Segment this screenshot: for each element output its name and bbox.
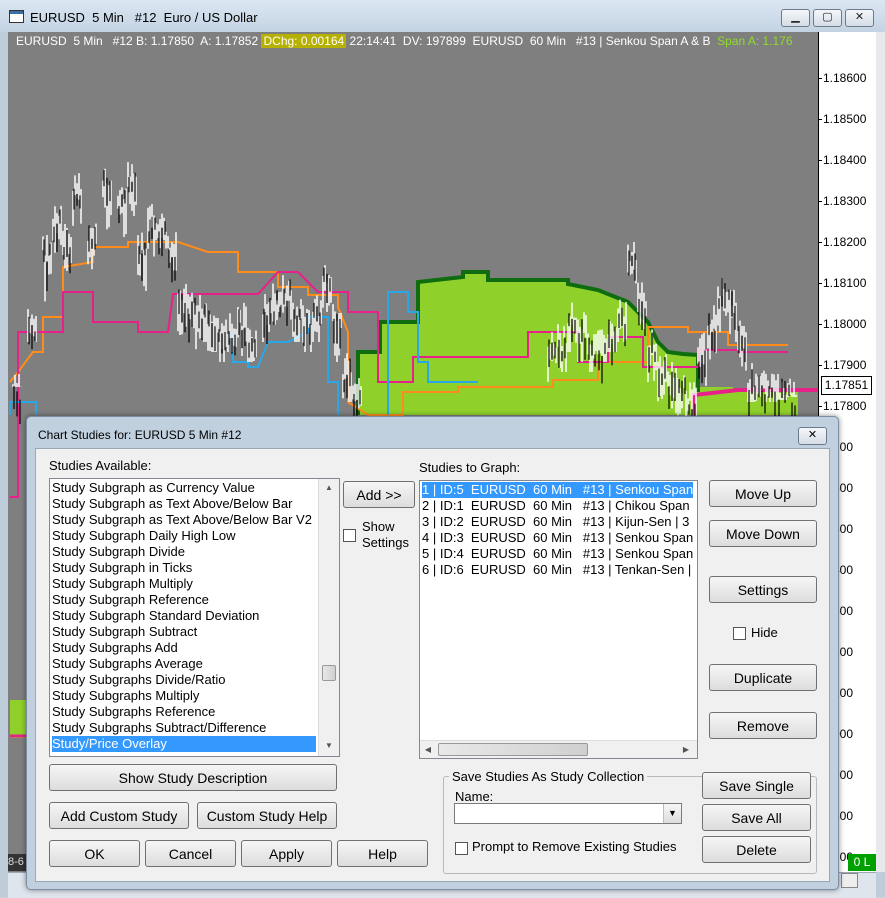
window-title: EURUSD 5 Min #12 Euro / US Dollar bbox=[30, 10, 258, 25]
graphed-study-item[interactable]: 5 | ID:4 EURUSD 60 Min #13 | Senkou Span… bbox=[422, 546, 693, 562]
timeframe-badge: 8-6 bbox=[8, 854, 28, 871]
studies-to-graph-label: Studies to Graph: bbox=[419, 460, 521, 475]
available-study-item[interactable]: Study Subgraph as Text Above/Below Bar bbox=[52, 496, 316, 512]
apply-button[interactable]: Apply bbox=[241, 840, 332, 867]
add-custom-study-button[interactable]: Add Custom Study bbox=[49, 802, 189, 829]
span-a-value: Span A: 1.176 bbox=[717, 34, 793, 48]
price-axis-label: 1.18100 bbox=[818, 276, 867, 290]
graphed-study-item[interactable]: 6 | ID:6 EURUSD 60 Min #13 | Tenkan-Sen … bbox=[422, 562, 693, 578]
move-down-button[interactable]: Move Down bbox=[709, 520, 817, 547]
title-bar[interactable]: EURUSD 5 Min #12 Euro / US Dollar ▁ ▢ ✕ bbox=[0, 0, 885, 32]
save-single-button[interactable]: Save Single bbox=[702, 772, 811, 799]
available-study-item[interactable]: Study Subgraph Subtract bbox=[52, 624, 316, 640]
price-axis-label: 1.18000 bbox=[818, 317, 867, 331]
prompt-remove-label: Prompt to Remove Existing Studies bbox=[472, 839, 677, 854]
available-study-item[interactable]: Study Subgraph Multiply bbox=[52, 576, 316, 592]
cancel-button[interactable]: Cancel bbox=[145, 840, 236, 867]
available-study-item[interactable]: Study Subgraphs Divide/Ratio bbox=[52, 672, 316, 688]
available-study-item[interactable]: Study Subgraphs Average bbox=[52, 656, 316, 672]
price-axis-label: 1.18200 bbox=[818, 235, 867, 249]
available-study-item[interactable]: Study Subgraphs Reference bbox=[52, 704, 316, 720]
add-study-button[interactable]: Add >> bbox=[343, 481, 415, 508]
maximize-button[interactable]: ▢ bbox=[813, 9, 842, 27]
available-study-item[interactable]: Study Subgraphs Add bbox=[52, 640, 316, 656]
show-settings-label-line1: Show bbox=[362, 519, 395, 534]
collection-name-label: Name: bbox=[455, 789, 494, 804]
studies-available-label: Studies Available: bbox=[49, 458, 152, 473]
scroll-right-arrow-icon[interactable]: ▶ bbox=[678, 745, 694, 754]
scroll-left-arrow-icon[interactable]: ◀ bbox=[420, 745, 436, 754]
available-study-item[interactable]: Study Subgraph Daily High Low bbox=[52, 528, 316, 544]
dialog-close-button[interactable]: ✕ bbox=[798, 427, 827, 445]
show-settings-label-line2: Settings bbox=[362, 535, 409, 550]
prompt-remove-checkbox[interactable] bbox=[455, 842, 468, 855]
last-price-flag: 1.17851 bbox=[821, 376, 872, 395]
chart-studies-dialog: Chart Studies for: EURUSD 5 Min #12 ✕ St… bbox=[26, 416, 839, 890]
dialog-body: Studies Available: Study Subgraph as Cur… bbox=[35, 448, 830, 882]
custom-study-help-button[interactable]: Custom Study Help bbox=[197, 802, 337, 829]
available-study-item[interactable]: Study Subgraph Divide bbox=[52, 544, 316, 560]
price-axis-label: 1.18300 bbox=[818, 194, 867, 208]
window-vertical-scrollbar[interactable] bbox=[876, 32, 885, 872]
chart-window-icon[interactable] bbox=[9, 10, 24, 23]
studies-available-list[interactable]: Study Subgraph as Currency Value Study Su… bbox=[49, 478, 340, 757]
cloud-left-fragment bbox=[10, 700, 26, 738]
scroll-down-arrow-icon[interactable]: ▼ bbox=[321, 741, 337, 750]
price-axis-label: 1.17800 bbox=[818, 399, 867, 413]
available-study-item[interactable]: Study Subgraph Reference bbox=[52, 592, 316, 608]
studies-to-graph-hscrollbar[interactable]: ◀ ▶ bbox=[420, 740, 697, 758]
available-study-item[interactable]: Study Subgraph Standard Deviation bbox=[52, 608, 316, 624]
settings-button[interactable]: Settings bbox=[709, 576, 817, 603]
info-prefix: EURUSD 5 Min #12 B: 1.17850 A: 1.17852 bbox=[16, 34, 262, 48]
help-button[interactable]: Help bbox=[337, 840, 428, 867]
graphed-study-item[interactable]: 3 | ID:2 EURUSD 60 Min #13 | Kijun-Sen |… bbox=[422, 514, 693, 530]
price-axis-label: 1.18500 bbox=[818, 112, 867, 126]
hide-checkbox[interactable] bbox=[733, 627, 746, 640]
scroll-up-arrow-icon[interactable]: ▲ bbox=[321, 483, 337, 492]
price-axis-label: 1.18400 bbox=[818, 153, 867, 167]
studies-available-scroll-thumb[interactable] bbox=[322, 665, 336, 681]
study-collection-legend: Save Studies As Study Collection bbox=[449, 769, 648, 784]
studies-available-scrollbar[interactable]: ▲ ▼ bbox=[318, 479, 339, 756]
studies-to-graph-scroll-thumb[interactable] bbox=[438, 743, 588, 756]
show-study-description-button[interactable]: Show Study Description bbox=[49, 764, 337, 791]
available-study-item[interactable]: Study Subgraph as Text Above/Below Bar V… bbox=[52, 512, 316, 528]
horizontal-scroll-thumb[interactable] bbox=[841, 873, 858, 888]
hide-label: Hide bbox=[751, 625, 778, 640]
save-all-button[interactable]: Save All bbox=[702, 804, 811, 831]
collection-name-combo[interactable]: ▼ bbox=[454, 803, 682, 824]
combo-dropdown-arrow-icon[interactable]: ▼ bbox=[663, 804, 681, 823]
info-suffix: 22:14:41 DV: 197899 EURUSD 60 Min #13 | … bbox=[346, 34, 718, 48]
graphed-study-item[interactable]: 2 | ID:1 EURUSD 60 Min #13 | Chikou Span… bbox=[422, 498, 693, 514]
trade-position-badge: 0 L bbox=[848, 854, 876, 871]
graphed-study-item[interactable]: 1 | ID:5 EURUSD 60 Min #13 | Senkou Span… bbox=[422, 482, 693, 498]
show-settings-checkbox[interactable] bbox=[343, 529, 356, 542]
available-study-item[interactable]: Study Subgraph as Currency Value bbox=[52, 480, 316, 496]
ok-button[interactable]: OK bbox=[49, 840, 140, 867]
studies-to-graph-list[interactable]: 1 | ID:5 EURUSD 60 Min #13 | Senkou Span… bbox=[419, 480, 698, 759]
chart-info-line: EURUSD 5 Min #12 B: 1.17850 A: 1.17852 D… bbox=[16, 34, 793, 48]
delete-collection-button[interactable]: Delete bbox=[702, 836, 811, 863]
graphed-study-item[interactable]: 4 | ID:3 EURUSD 60 Min #13 | Senkou Span… bbox=[422, 530, 693, 546]
dialog-title: Chart Studies for: EURUSD 5 Min #12 bbox=[38, 428, 242, 442]
close-button[interactable]: ✕ bbox=[845, 9, 874, 27]
duplicate-button[interactable]: Duplicate bbox=[709, 664, 817, 691]
available-study-item[interactable]: Study Subgraphs Multiply bbox=[52, 688, 316, 704]
minimize-button[interactable]: ▁ bbox=[781, 9, 810, 27]
available-study-item[interactable]: Study/Price Overlay bbox=[52, 736, 316, 752]
price-axis-label: 1.17900 bbox=[818, 358, 867, 372]
available-study-item[interactable]: Study Subgraph in Ticks bbox=[52, 560, 316, 576]
move-up-button[interactable]: Move Up bbox=[709, 480, 817, 507]
daily-change-badge: DChg: 0.00164 bbox=[261, 34, 347, 48]
price-axis-label: 1.18600 bbox=[818, 71, 867, 85]
remove-button[interactable]: Remove bbox=[709, 712, 817, 739]
available-study-item[interactable]: Study Subgraphs Subtract/Difference bbox=[52, 720, 316, 736]
